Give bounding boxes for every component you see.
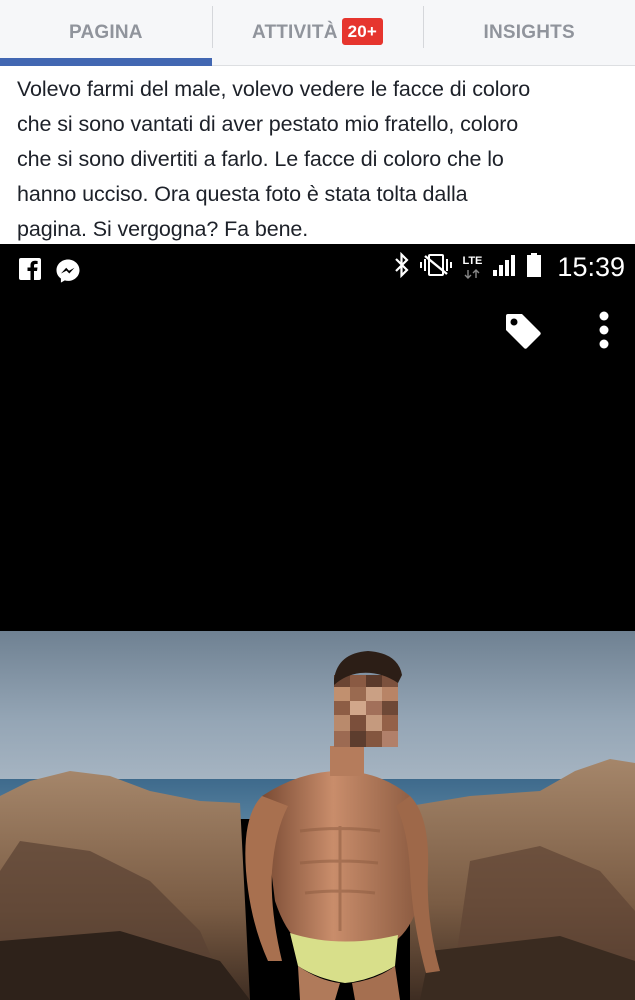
post-photo[interactable] xyxy=(0,631,635,1000)
post-line: pagina. Si vergogna? Fa bene. xyxy=(17,217,309,241)
post-line: che si sono vantati di aver pestato mio … xyxy=(17,112,519,136)
post-line: che si sono divertiti a farlo. Le facce … xyxy=(17,147,504,171)
post-text: Volevo farmi del male, volevo vedere le … xyxy=(0,66,635,244)
phone-status-bar: LTE 15:39 xyxy=(0,244,635,296)
tag-icon[interactable] xyxy=(502,310,544,357)
vibrate-icon xyxy=(419,252,453,283)
tab-insights[interactable]: INSIGHTS xyxy=(423,0,635,66)
lte-icon: LTE xyxy=(462,254,483,280)
network-label: LTE xyxy=(462,254,483,267)
page-tab-bar: PAGINA ATTIVITÀ 20+ INSIGHTS xyxy=(0,0,635,66)
post-line: Volevo farmi del male, volevo vedere le … xyxy=(17,77,531,101)
tab-label: PAGINA xyxy=(68,22,143,43)
photo-viewer xyxy=(0,296,635,631)
pixelated-face xyxy=(334,675,398,747)
signal-icon xyxy=(491,252,517,283)
post-line: hanno ucciso. Ora questa foto è stata to… xyxy=(17,182,468,206)
clock: 15:39 xyxy=(557,252,625,282)
tab-label: ATTIVITÀ xyxy=(251,22,338,43)
battery-icon xyxy=(526,252,542,283)
screen: PAGINA ATTIVITÀ 20+ INSIGHTS Volevo farm… xyxy=(0,0,635,1000)
messenger-icon xyxy=(55,258,81,289)
tab-attivita[interactable]: ATTIVITÀ 20+ xyxy=(211,0,424,66)
bluetooth-icon xyxy=(394,251,410,283)
tab-label: INSIGHTS xyxy=(483,22,575,43)
facebook-icon xyxy=(19,258,41,289)
notification-badge: 20+ xyxy=(341,17,384,45)
tab-pagina[interactable]: PAGINA xyxy=(0,0,212,66)
more-vertical-icon[interactable] xyxy=(595,310,613,357)
